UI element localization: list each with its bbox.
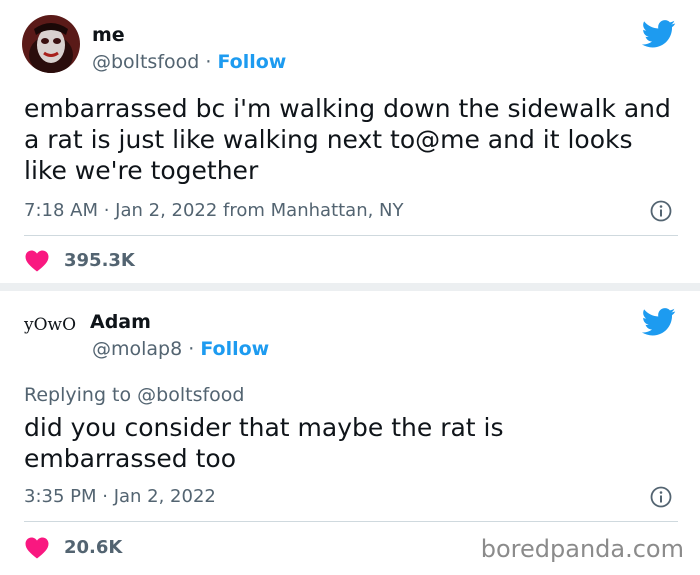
divider bbox=[24, 521, 678, 522]
follow-button[interactable]: Follow bbox=[217, 51, 286, 73]
avatar[interactable] bbox=[22, 15, 80, 73]
tweet-text: did you consider that maybe the rat is e… bbox=[24, 413, 504, 473]
display-name[interactable]: me bbox=[92, 24, 125, 46]
twitter-bird-icon[interactable] bbox=[641, 308, 676, 336]
tweet-separator bbox=[0, 283, 700, 291]
user-handle[interactable]: @boltsfood bbox=[92, 51, 199, 73]
display-name[interactable]: Adam bbox=[90, 311, 151, 333]
separator: · bbox=[199, 51, 218, 73]
tweet-timestamp[interactable]: 7:18 AM · Jan 2, 2022 from Manhattan, NY bbox=[24, 200, 404, 221]
handle-line: @boltsfood · Follow bbox=[92, 51, 286, 73]
user-handle[interactable]: @molap8 bbox=[92, 338, 182, 360]
handle-line: @molap8 · Follow bbox=[92, 338, 269, 360]
heart-icon[interactable] bbox=[25, 537, 49, 559]
twitter-bird-icon[interactable] bbox=[641, 20, 676, 48]
tweet-card: yOwO Adam @molap8 · Follow Replying to @… bbox=[0, 291, 700, 575]
tweet-text: embarrassed bc i'm walking down the side… bbox=[24, 94, 671, 185]
tweet-card: me @boltsfood · Follow embarrassed bc i'… bbox=[0, 0, 700, 283]
replying-to[interactable]: Replying to @boltsfood bbox=[24, 384, 244, 406]
divider bbox=[24, 235, 678, 236]
heart-icon[interactable] bbox=[25, 250, 49, 272]
follow-button[interactable]: Follow bbox=[200, 338, 269, 360]
avatar[interactable]: yOwO bbox=[24, 315, 76, 335]
tweet-timestamp[interactable]: 3:35 PM · Jan 2, 2022 bbox=[24, 486, 216, 507]
info-icon[interactable] bbox=[650, 200, 672, 222]
info-icon[interactable] bbox=[650, 486, 672, 508]
watermark: boredpanda.com bbox=[480, 535, 684, 563]
like-count: 395.3K bbox=[64, 250, 135, 271]
separator: · bbox=[182, 338, 201, 360]
like-count: 20.6K bbox=[64, 537, 123, 558]
